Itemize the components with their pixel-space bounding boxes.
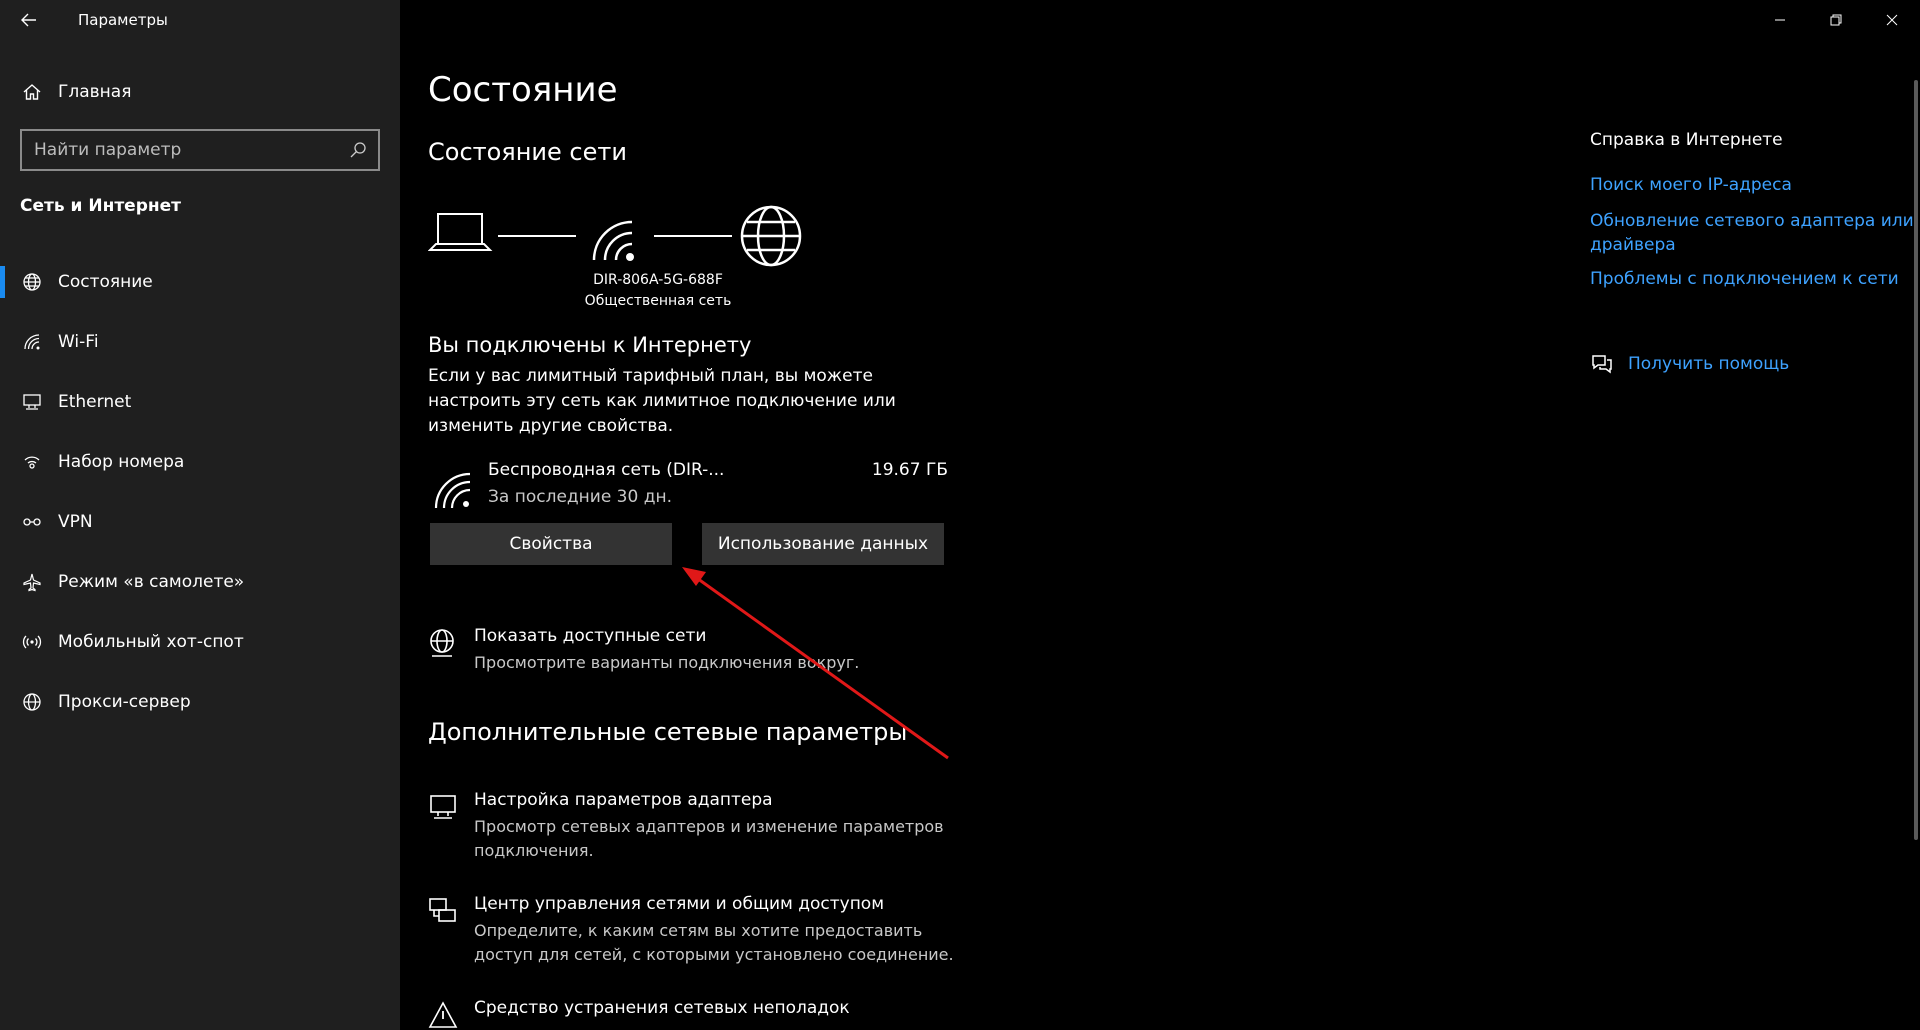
advanced-heading: Дополнительные сетевые параметры — [428, 718, 908, 746]
option-description: Просмотрите варианты подключения вокруг. — [474, 653, 860, 672]
connected-heading: Вы подключены к Интернету — [428, 333, 752, 357]
close-icon — [1886, 14, 1898, 26]
adapter-settings-option[interactable]: Настройка параметров адаптера Просмотр с… — [428, 790, 988, 870]
data-usage-amount: 19.67 ГБ — [871, 460, 948, 480]
proxy-globe-icon — [20, 690, 44, 714]
restore-button[interactable] — [1808, 0, 1864, 40]
nav-list: Состояние Wi-Fi Ethernet Набор номера VP… — [0, 252, 400, 732]
home-nav-item[interactable]: Главная — [0, 72, 400, 112]
get-help-row[interactable]: Получить помощь — [1590, 352, 1789, 376]
sidebar-item-vpn[interactable]: VPN — [0, 492, 400, 552]
network-status-heading: Состояние сети — [428, 138, 627, 166]
back-button[interactable] — [0, 0, 58, 40]
scrollbar[interactable] — [1914, 80, 1918, 840]
app-title: Параметры — [78, 11, 168, 29]
search-input[interactable] — [22, 140, 342, 160]
internet-globe-icon — [740, 205, 802, 267]
home-label: Главная — [58, 82, 132, 102]
sidebar-item-label: Состояние — [58, 272, 153, 292]
hotspot-icon — [20, 630, 44, 654]
option-description: Просмотр сетевых адаптеров и изменение п… — [474, 817, 944, 860]
network-name: DIR-806A-5G-688F — [593, 272, 723, 288]
monitor-icon — [430, 795, 456, 819]
search-box[interactable] — [20, 129, 380, 171]
properties-button[interactable]: Свойства — [430, 523, 672, 565]
update-adapter-link[interactable]: Обновление сетевого адаптера или драйвер… — [1590, 209, 1920, 257]
airplane-icon — [20, 570, 44, 594]
router-wifi-icon — [592, 220, 634, 261]
search-icon[interactable] — [342, 134, 374, 166]
option-title: Показать доступные сети — [474, 626, 707, 646]
sidebar-item-airplane[interactable]: Режим «в самолете» — [0, 552, 400, 612]
laptop-icon — [428, 213, 493, 251]
get-help-link[interactable]: Получить помощь — [1628, 352, 1789, 376]
network-diagram: DIR-806A-5G-688F Общественная сеть — [428, 200, 828, 320]
sidebar-item-label: Прокси-сервер — [58, 692, 191, 712]
sidebar-item-hotspot[interactable]: Мобильный хот-спот — [0, 612, 400, 672]
home-icon — [20, 80, 44, 104]
warning-icon — [428, 1001, 458, 1028]
connection-summary: Беспроводная сеть (DIR-... За последние … — [428, 456, 948, 516]
data-usage-button[interactable]: Использование данных — [702, 523, 944, 565]
option-title: Настройка параметров адаптера — [474, 790, 773, 810]
sidebar-item-label: Режим «в самолете» — [58, 572, 245, 592]
help-heading: Справка в Интернете — [1590, 130, 1783, 150]
chat-help-icon — [1592, 355, 1612, 374]
network-type: Общественная сеть — [584, 293, 732, 309]
sidebar-item-ethernet[interactable]: Ethernet — [0, 372, 400, 432]
network-sharing-icon — [429, 898, 456, 922]
find-ip-link[interactable]: Поиск моего IP-адреса — [1590, 173, 1920, 197]
show-networks-option[interactable]: Показать доступные сети Просмотрите вари… — [428, 626, 988, 686]
page-title: Состояние — [428, 70, 618, 110]
connection-period: За последние 30 дн. — [488, 487, 672, 507]
back-arrow-icon — [21, 13, 36, 27]
dialup-icon — [20, 450, 44, 474]
sidebar-item-label: VPN — [58, 512, 93, 532]
sidebar-item-label: Ethernet — [58, 392, 132, 412]
minimize-button[interactable] — [1752, 0, 1808, 40]
main-content: Состояние Состояние сети DIR-806A-5G-688… — [400, 0, 1920, 1030]
sidebar-item-status[interactable]: Состояние — [0, 252, 400, 312]
connection-problems-link[interactable]: Проблемы с подключением к сети — [1590, 267, 1920, 291]
wifi-icon — [20, 330, 44, 354]
minimize-icon — [1775, 19, 1785, 21]
option-title: Центр управления сетями и общим доступом — [474, 894, 885, 914]
connection-name: Беспроводная сеть (DIR-... — [488, 460, 725, 480]
ethernet-icon — [20, 390, 44, 414]
sidebar-item-dialup[interactable]: Набор номера — [0, 432, 400, 492]
sidebar: Параметры Главная Сеть и Интернет Состоя… — [0, 0, 400, 1030]
window-controls — [1752, 0, 1920, 40]
option-title: Средство устранения сетевых неполадок — [474, 998, 850, 1018]
vpn-icon — [20, 510, 44, 534]
option-description: Определите, к каким сетям вы хотите пред… — [474, 921, 954, 964]
network-globe-icon — [430, 629, 454, 657]
sidebar-item-wifi[interactable]: Wi-Fi — [0, 312, 400, 372]
section-label: Сеть и Интернет — [20, 196, 182, 216]
sidebar-item-label: Набор номера — [58, 452, 185, 472]
title-bar: Параметры — [0, 0, 400, 40]
connected-description: Если у вас лимитный тарифный план, вы мо… — [428, 366, 896, 436]
restore-icon — [1830, 14, 1842, 26]
globe-icon — [20, 270, 44, 294]
troubleshooter-option[interactable]: Средство устранения сетевых неполадок — [428, 998, 988, 1030]
sidebar-item-label: Wi-Fi — [58, 332, 99, 352]
wifi-icon — [434, 472, 471, 509]
sidebar-item-proxy[interactable]: Прокси-сервер — [0, 672, 400, 732]
network-center-option[interactable]: Центр управления сетями и общим доступом… — [428, 894, 988, 974]
close-button[interactable] — [1864, 0, 1920, 40]
sidebar-item-label: Мобильный хот-спот — [58, 632, 244, 652]
